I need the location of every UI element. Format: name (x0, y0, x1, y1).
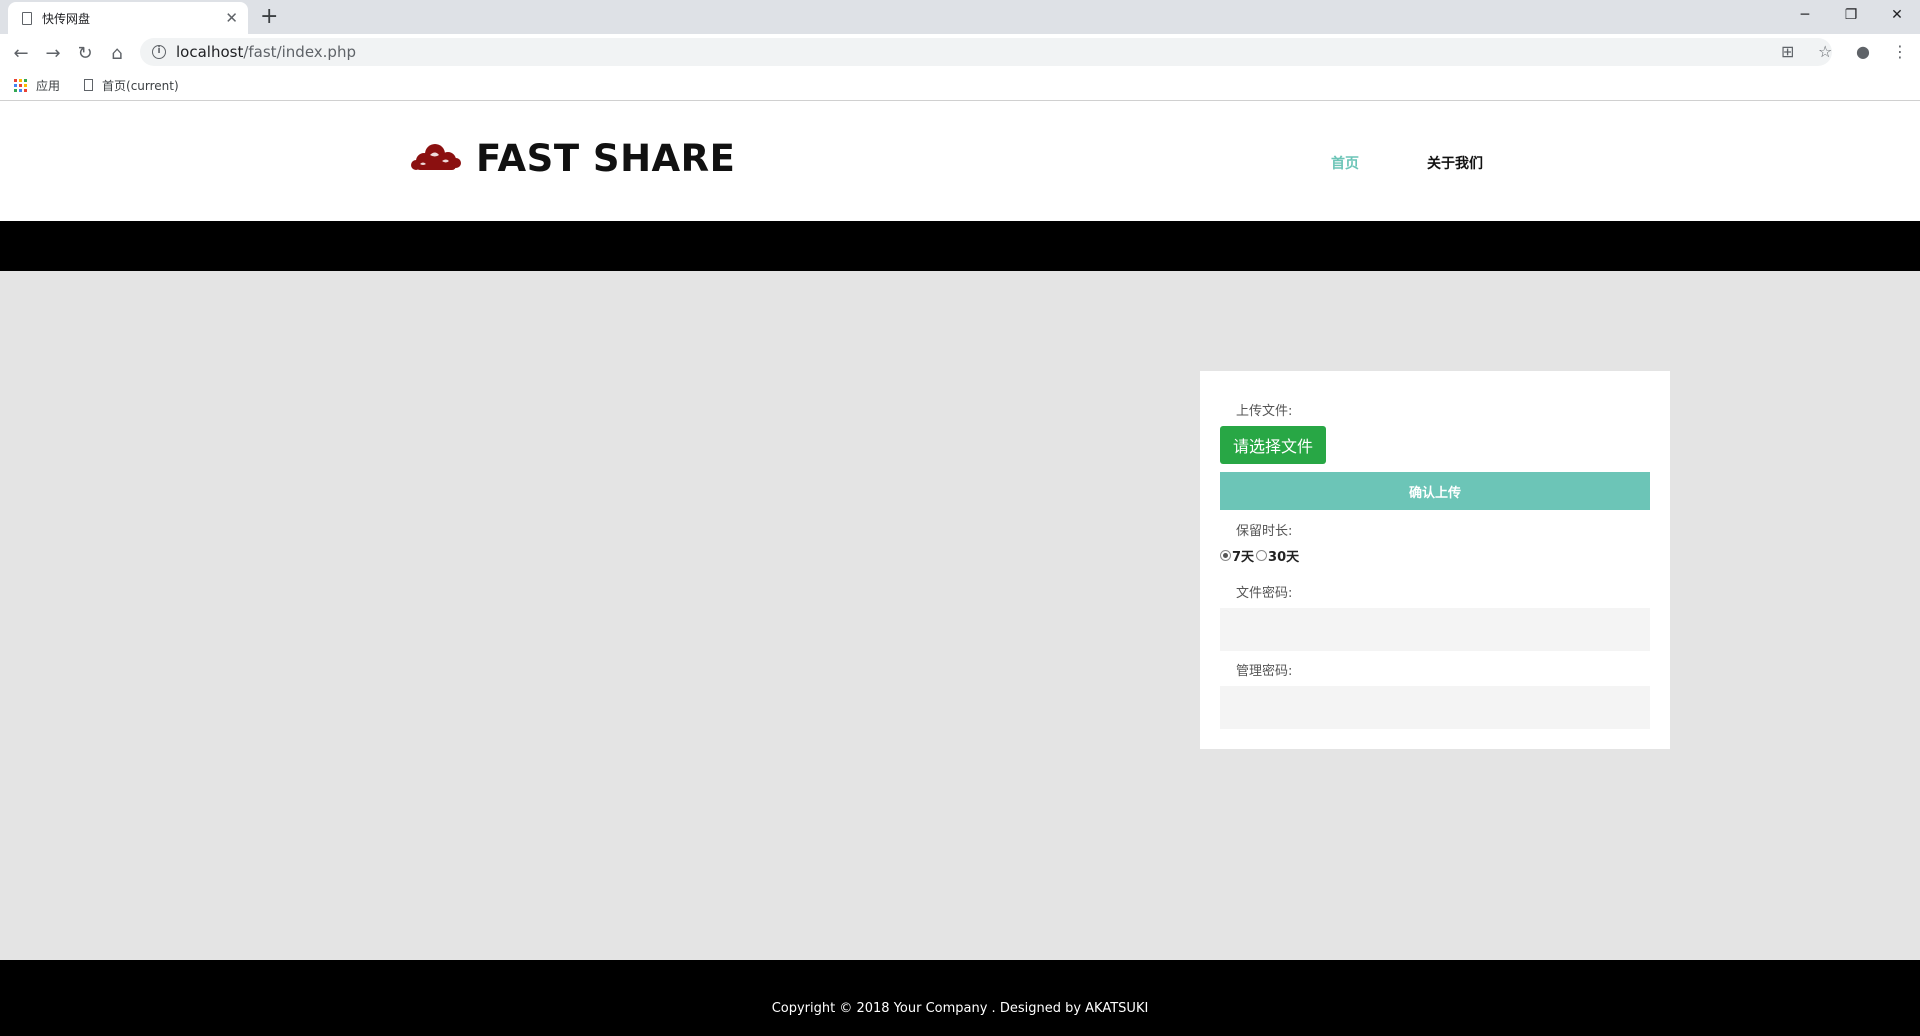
browser-tab[interactable]: 快传网盘 ✕ (8, 2, 248, 34)
minimize-icon[interactable]: ─ (1782, 0, 1828, 30)
retention-label: 保留时长: (1236, 524, 1293, 539)
window-close-icon[interactable]: ✕ (1874, 0, 1920, 30)
translate-icon[interactable]: ⊞ (1781, 42, 1794, 61)
bookmark-home[interactable]: 首页(current) (102, 77, 179, 94)
admin-password-label: 管理密码: (1236, 664, 1293, 679)
url-host: localhost (176, 43, 244, 61)
tab-title: 快传网盘 (42, 11, 91, 26)
bookmark-apps[interactable]: 应用 (36, 77, 60, 94)
browser-toolbar: ← → ↻ ⌂ i localhost /fast/index.php ⊞ ☆ … (0, 34, 1920, 70)
confirm-upload-button[interactable]: 确认上传 (1220, 472, 1650, 510)
address-bar[interactable]: i localhost /fast/index.php (140, 38, 1832, 66)
apps-grid-icon[interactable] (14, 78, 27, 92)
radio-30-days[interactable] (1256, 550, 1268, 561)
upload-panel: 上传文件: 请选择文件 确认上传 保留时长: 7天 30天 文件密码: 管理密码… (1200, 371, 1670, 749)
reload-icon[interactable]: ↻ (72, 40, 98, 66)
admin-password-input[interactable] (1220, 686, 1650, 729)
radio-7-days-label: 7天 (1232, 550, 1255, 565)
site-header: FAST SHARE 首页 关于我们 (0, 101, 1920, 221)
radio-7-days[interactable] (1220, 550, 1231, 561)
restore-icon[interactable]: ❐ (1828, 0, 1874, 30)
back-icon[interactable]: ← (8, 40, 34, 66)
nav-home[interactable]: 首页 (1331, 153, 1359, 173)
site-info-icon[interactable]: i (152, 45, 166, 59)
file-password-label: 文件密码: (1236, 586, 1293, 601)
page-icon (22, 11, 32, 25)
retention-options: 7天 30天 (1220, 546, 1299, 565)
bookmark-page-icon (84, 79, 94, 91)
upload-file-label: 上传文件: (1236, 404, 1293, 419)
bookmark-star-icon[interactable]: ☆ (1818, 42, 1832, 61)
radio-30-days-label: 30天 (1268, 550, 1300, 565)
browser-tab-strip: 快传网盘 ✕ + ─ ❐ ✕ (0, 0, 1920, 34)
account-icon[interactable]: ● (1856, 42, 1870, 61)
url-path: /fast/index.php (243, 43, 356, 61)
banner-strip (0, 221, 1920, 271)
nav-about-us[interactable]: 关于我们 (1427, 153, 1483, 173)
site-footer: Copyright © 2018 Your Company . Designed… (0, 960, 1920, 1036)
cloud-logo-icon[interactable] (410, 139, 462, 175)
browser-menu-icon[interactable]: ⋮ (1892, 42, 1908, 61)
brand-title[interactable]: FAST SHARE (476, 137, 735, 180)
copyright-text: Copyright © 2018 Your Company . Designed… (771, 1001, 1149, 1016)
choose-file-button[interactable]: 请选择文件 (1220, 426, 1326, 464)
home-icon[interactable]: ⌂ (104, 40, 130, 66)
tab-close-icon[interactable]: ✕ (225, 9, 238, 27)
bookmarks-bar: 应用 首页(current) (0, 70, 1920, 101)
new-tab-icon[interactable]: + (260, 4, 278, 30)
forward-icon[interactable]: → (40, 40, 66, 66)
file-password-input[interactable] (1220, 608, 1650, 651)
